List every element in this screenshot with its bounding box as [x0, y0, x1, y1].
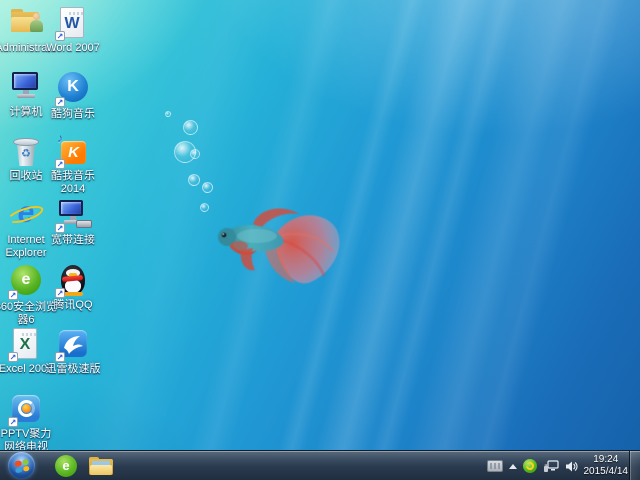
- light-ray: [357, 0, 617, 480]
- system-tray: 19:24 2015/4/14: [486, 451, 629, 480]
- folder-user-icon: [9, 6, 43, 40]
- desktop-icon-word-2007[interactable]: W ↗ Word 2007: [41, 6, 105, 55]
- desktop-icon-label: Word 2007: [46, 42, 100, 54]
- shortcut-arrow-icon: ↗: [55, 31, 65, 41]
- excel-icon: X ↗: [8, 327, 43, 362]
- 360-safety-tray-icon[interactable]: [522, 459, 537, 473]
- desktop-icon-label: 宽带连接: [51, 234, 95, 246]
- desktop-icon-thunder[interactable]: ↗ 迅雷极速版: [41, 327, 105, 376]
- thunder-bird-icon: ↗: [55, 327, 90, 362]
- desktop-icon-kugou-music[interactable]: K ↗ 酷狗音乐: [41, 70, 105, 121]
- shortcut-arrow-icon: ↗: [8, 290, 18, 300]
- light-ray: [413, 0, 640, 480]
- shortcut-arrow-icon: ↗: [8, 417, 18, 427]
- computer-monitor-icon: [9, 70, 43, 104]
- input-keyboard-icon[interactable]: [486, 460, 503, 472]
- betta-fish-wallpaper: [218, 208, 340, 284]
- desktop-icon-label: 酷狗音乐: [51, 108, 95, 120]
- 360-browser-icon: e ↗: [8, 265, 43, 300]
- tray-clock[interactable]: 19:24 2015/4/14: [584, 454, 629, 478]
- desktop-icon-broadband[interactable]: ↗ 宽带连接: [41, 198, 105, 247]
- kuwo-icon: K ♪ ↗: [55, 131, 90, 169]
- desktop-icon-label: 迅雷极速版: [45, 363, 101, 375]
- shortcut-arrow-icon: ↗: [55, 159, 65, 169]
- bubble: [183, 120, 198, 135]
- pptv-icon: ↗: [8, 392, 43, 427]
- speaker-icon[interactable]: [565, 460, 578, 473]
- desktop-icon-label: 酷我音乐 2014: [51, 170, 95, 195]
- broadband-icon: ↗: [55, 198, 92, 233]
- shortcut-arrow-icon: ↗: [8, 352, 18, 362]
- taskbar: e 19:24 2015/4/14: [0, 450, 640, 480]
- show-desktop-button[interactable]: [629, 451, 640, 480]
- desktop-icon-qq[interactable]: ↗ 腾讯QQ: [41, 263, 105, 312]
- shortcut-arrow-icon: ↗: [55, 288, 65, 298]
- shortcut-arrow-icon: ↗: [55, 97, 65, 107]
- bubble: [165, 111, 171, 117]
- clock-time: 19:24: [593, 454, 619, 465]
- desktop-icon-label: 腾讯QQ: [53, 299, 93, 311]
- taskbar-explorer-button[interactable]: [89, 457, 113, 476]
- windows-flag-icon: [14, 458, 30, 474]
- light-ray: [316, 0, 538, 480]
- ie-icon: e: [5, 196, 46, 232]
- clock-date: 2015/4/14: [583, 466, 629, 477]
- desktop: Administra... 计算机 ♻ 回收站 e Internet Explo…: [0, 0, 640, 480]
- music-note-icon: ♪: [57, 131, 63, 145]
- shortcut-arrow-icon: ↗: [55, 223, 65, 233]
- bubble: [190, 149, 200, 159]
- taskbar-360-browser-button[interactable]: e: [55, 455, 77, 477]
- kugou-icon: K ↗: [55, 72, 90, 107]
- shortcut-arrow-icon: ↗: [55, 352, 65, 362]
- bubble: [188, 174, 200, 186]
- word-icon: W ↗: [55, 6, 90, 41]
- recycle-bin-icon: ♻: [9, 134, 43, 168]
- desktop-icon-pptv[interactable]: ↗ PPTV聚力 网络电视: [0, 392, 58, 454]
- start-button[interactable]: [8, 452, 35, 479]
- qq-penguin-icon: ↗: [55, 263, 90, 298]
- show-hidden-icons-button[interactable]: [508, 463, 517, 469]
- desktop-icon-kuwo-music[interactable]: K ♪ ↗ 酷我音乐 2014: [41, 131, 105, 196]
- network-icon[interactable]: [543, 459, 559, 473]
